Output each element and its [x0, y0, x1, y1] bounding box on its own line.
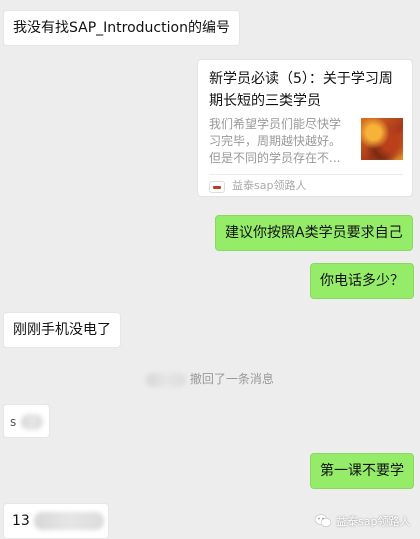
message-bubble-received[interactable]: 13 — [3, 503, 109, 539]
message-bubble-received[interactable]: s — [3, 404, 50, 438]
recall-text: 撤回了一条消息 — [189, 372, 274, 386]
card-divider — [209, 174, 403, 175]
blurred-sender-name — [146, 372, 187, 387]
message-bubble-sent[interactable]: 第一课不要学 — [310, 453, 414, 489]
recall-notice: 撤回了一条消息 — [0, 371, 420, 387]
message-text: 13 — [12, 513, 30, 529]
message-bubble-sent[interactable]: 你电话多少？ — [310, 263, 414, 299]
message-bubble-received[interactable]: 刚刚手机没电了 — [3, 312, 121, 348]
article-link-card[interactable]: 新学员必读（5）：关于学习周期长短的三类学员 我们希望学员们能尽快学习完毕，周期… — [197, 59, 413, 197]
watermark: 益泰sap领路人 — [314, 512, 410, 530]
message-text: 建议你按照A类学员要求自己 — [225, 225, 403, 241]
message-bubble-sent[interactable]: 建议你按照A类学员要求自己 — [215, 215, 413, 251]
message-bubble-received[interactable]: 我没有找SAP_Introduction的编号 — [3, 10, 240, 46]
wechat-icon — [314, 514, 332, 527]
message-text: 你电话多少？ — [320, 273, 404, 289]
card-title: 新学员必读（5）：关于学习周期长短的三类学员 — [209, 71, 393, 109]
card-description: 我们希望学员们能尽快学习完毕，周期越快越好。但是不同的学员存在不... — [209, 117, 342, 165]
message-text: 第一课不要学 — [320, 463, 404, 479]
watermark-text: 益泰sap领路人 — [336, 515, 411, 528]
card-source-name: 益泰sap领路人 — [232, 179, 307, 192]
redacted-phone-number — [34, 512, 105, 530]
message-text: s — [10, 415, 17, 429]
official-account-icon — [209, 181, 225, 193]
message-text: 我没有找SAP_Introduction的编号 — [13, 20, 230, 36]
card-thumbnail — [361, 118, 403, 160]
redacted-content — [20, 414, 43, 430]
message-text: 刚刚手机没电了 — [13, 322, 111, 338]
